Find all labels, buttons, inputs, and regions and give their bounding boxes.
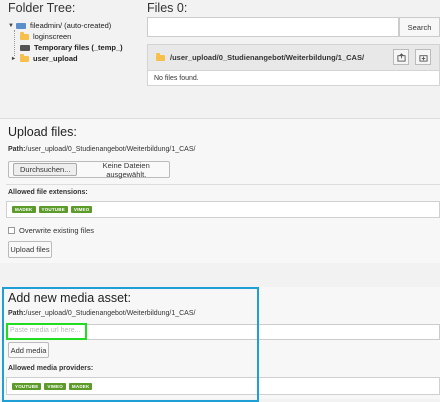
- upload-title: Upload files:: [8, 125, 77, 139]
- divider: [6, 184, 440, 185]
- tree-item-user-upload[interactable]: ▸ user_upload: [8, 53, 123, 64]
- search-button[interactable]: Search: [399, 17, 440, 37]
- folder-tree: ▼ fileadmin/ (auto-created) loginscreen …: [8, 20, 123, 64]
- extension-badge: VIMEO: [70, 206, 93, 213]
- extension-badge: YOUTUBE: [38, 206, 68, 213]
- files-title: Files 0:: [147, 1, 188, 15]
- media-section-highlight: [2, 287, 259, 402]
- empty-files-message: No files found.: [147, 70, 440, 86]
- tree-connector-line: [14, 30, 15, 56]
- tree-item-label[interactable]: loginscreen: [33, 32, 71, 41]
- upload-path: Path:/user_upload/0_Studienangebot/Weite…: [8, 146, 195, 153]
- overwrite-option[interactable]: Overwrite existing files: [8, 226, 94, 235]
- folder-tree-title: Folder Tree:: [8, 1, 76, 15]
- tree-root-label[interactable]: fileadmin/ (auto-created): [30, 21, 111, 30]
- path-label: Path:: [8, 146, 26, 153]
- extensions-box: MADEK YOUTUBE VIMEO: [6, 201, 440, 218]
- upload-files-button[interactable]: Upload files: [8, 241, 52, 258]
- no-file-chosen-text: Keine Dateien ausgewählt.: [102, 160, 150, 179]
- upload-path-value: /user_upload/0_Studienangebot/Weiterbild…: [25, 146, 196, 153]
- overwrite-checkbox[interactable]: [8, 227, 15, 234]
- expand-down-icon[interactable]: ▼: [8, 23, 16, 29]
- folder-icon: [20, 53, 29, 62]
- extensions-label: Allowed file extensions:: [8, 189, 88, 196]
- expand-right-icon[interactable]: ▸: [12, 55, 20, 62]
- browse-label[interactable]: Durchsuchen...: [13, 163, 78, 176]
- temp-folder-icon: [20, 44, 30, 51]
- tree-item-temp[interactable]: Temporary files (_temp_): [8, 42, 123, 53]
- current-path: /user_upload/0_Studienangebot/Weiterbild…: [170, 53, 365, 62]
- folder-icon: [156, 52, 165, 61]
- tree-root[interactable]: ▼ fileadmin/ (auto-created): [8, 20, 123, 31]
- extension-badge: MADEK: [12, 206, 36, 213]
- browse-file-button[interactable]: Durchsuchen... Keine Dateien ausgewählt.: [8, 160, 170, 179]
- tree-item-label[interactable]: user_upload: [33, 54, 78, 63]
- folder-upload-icon[interactable]: [393, 49, 409, 65]
- current-path-bar: /user_upload/0_Studienangebot/Weiterbild…: [147, 44, 440, 71]
- storage-icon: [16, 22, 26, 29]
- tree-item-label[interactable]: Temporary files (_temp_): [34, 43, 123, 52]
- overwrite-label[interactable]: Overwrite existing files: [19, 226, 94, 235]
- file-search-input[interactable]: [147, 17, 399, 37]
- new-folder-icon[interactable]: [415, 49, 431, 65]
- folder-icon: [20, 31, 29, 40]
- tree-item-loginscreen[interactable]: loginscreen: [8, 31, 123, 42]
